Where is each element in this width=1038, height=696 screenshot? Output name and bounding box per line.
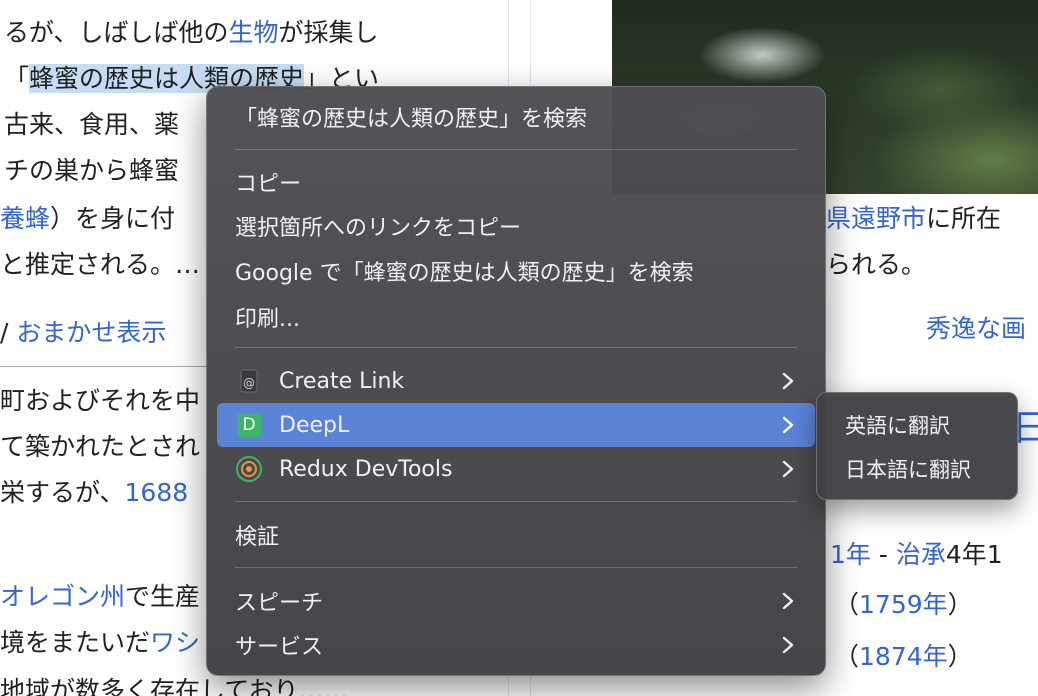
article-text-line: 境をまたいだワシ (0, 620, 200, 666)
menu-item-services[interactable]: サービス (217, 623, 815, 667)
article-text-line: 古来、食用、薬 (4, 102, 179, 148)
menu-separator (235, 567, 797, 568)
article-text-line: 秀逸な画 (926, 306, 1026, 352)
article-link[interactable]: ワシ (150, 628, 200, 657)
article-link[interactable]: 1874年 (859, 642, 948, 671)
menu-item-label: 印刷... (235, 307, 300, 332)
context-menu: 「蜂蜜の歴史は人類の歴史」を検索 コピー 選択箇所へのリンクをコピー Googl… (206, 86, 826, 676)
deepl-icon: D (235, 411, 263, 439)
article-text-line: 栄するが、1688 (0, 470, 188, 516)
menu-item-label: 選択箇所へのリンクをコピー (235, 216, 522, 241)
article-link[interactable]: 養蜂 (0, 204, 50, 233)
menu-item-copy-link-to-highlight[interactable]: 選択箇所へのリンクをコピー (217, 204, 815, 248)
article-text: 境をまたいだ (0, 628, 151, 657)
menu-item-speech[interactable]: スピーチ (217, 579, 815, 623)
article-text-line: 町およびそれを中 (0, 378, 200, 424)
article-text-line: / おまかせ表示 (0, 310, 166, 356)
submenu-item-translate-japanese[interactable]: 日本語に翻訳 (825, 449, 1011, 489)
article-text-line: チの巣から蜂蜜 (4, 148, 179, 194)
menu-item-label: スピーチ (235, 591, 324, 616)
submenu-item-label: 英語に翻訳 (845, 414, 950, 438)
article-text: 古来、食用、薬 (4, 110, 180, 139)
article-text: ）を身に付 (50, 204, 176, 233)
article-text-line: られる。 (826, 242, 926, 288)
article-text: 「 (4, 64, 30, 93)
article-text: ） (947, 642, 973, 671)
article-text: るが、しばしば他の (4, 18, 229, 47)
menu-separator (235, 149, 797, 150)
submenu-item-translate-english[interactable]: 英語に翻訳 (825, 405, 1011, 445)
menu-item-deepl[interactable]: D DeepL (217, 403, 815, 447)
article-text: （ (834, 642, 860, 671)
article-text: で生産 (125, 582, 201, 611)
create-link-icon: @ (235, 367, 263, 395)
article-link[interactable]: 1688 (125, 478, 189, 507)
chevron-right-icon (775, 368, 801, 394)
menu-item-label: コピー (235, 172, 302, 197)
article-text: と推定される。… (0, 250, 201, 279)
article-text: - (870, 540, 896, 569)
article-link[interactable]: 治承 (896, 540, 946, 569)
deepl-icon-letter: D (237, 413, 261, 437)
article-link[interactable]: 1年 (830, 540, 871, 569)
article-text: ） (947, 590, 973, 619)
svg-text:@: @ (243, 376, 255, 390)
menu-item-copy[interactable]: コピー (217, 160, 815, 204)
article-text: 町およびそれを中 (0, 386, 201, 415)
menu-item-redux-devtools[interactable]: Redux DevTools (217, 447, 815, 491)
article-text: 地域が数多く存在しており…… (0, 676, 349, 696)
chevron-right-icon (775, 588, 801, 614)
article-text-line: て築かれたとされ (0, 424, 200, 470)
article-text: 4年1 (945, 540, 1003, 569)
article-text: に所在 (926, 204, 1002, 233)
article-text: / (0, 318, 17, 347)
deepl-submenu: 英語に翻訳 日本語に翻訳 (816, 392, 1018, 500)
article-link[interactable]: 県遠野市 (826, 204, 926, 233)
chevron-right-icon (775, 456, 801, 482)
menu-item-label: Google で「蜂蜜の歴史は人類の歴史」を検索 (235, 261, 694, 286)
article-text: て築かれたとされ (0, 432, 201, 461)
menu-item-label: Create Link (279, 368, 405, 394)
article-text-line: 1年 - 治承4年1 (830, 532, 1003, 578)
menu-item-label: 検証 (235, 525, 280, 550)
article-text: られる。 (826, 250, 927, 279)
article-text-line: （1759年） (834, 582, 973, 628)
menu-item-label: サービス (235, 635, 324, 660)
chevron-right-icon (775, 632, 801, 658)
submenu-item-label: 日本語に翻訳 (845, 458, 971, 482)
article-text-line: と推定される。… (0, 242, 200, 288)
article-text: チの巣から蜂蜜 (4, 156, 180, 185)
article-text: が採集し (278, 18, 379, 47)
menu-item-label: 「蜂蜜の歴史は人類の歴史」を検索 (235, 107, 588, 132)
menu-item-search-google[interactable]: Google で「蜂蜜の歴史は人類の歴史」を検索 (217, 249, 815, 293)
article-text-line: （1874年） (834, 634, 973, 680)
section-divider (0, 366, 210, 367)
article-link[interactable]: おまかせ表示 (16, 318, 166, 347)
menu-separator (235, 347, 797, 348)
menu-item-print[interactable]: 印刷... (217, 295, 815, 339)
menu-item-label: Redux DevTools (279, 456, 453, 482)
article-link[interactable]: 秀逸な画 (926, 314, 1026, 343)
menu-item-label: DeepL (279, 412, 350, 438)
article-text: （ (834, 590, 860, 619)
redux-devtools-icon (235, 455, 263, 483)
article-text-line: るが、しばしば他の生物が採集し (4, 10, 379, 56)
article-link[interactable]: 1759年 (859, 590, 948, 619)
article-link[interactable]: オレゴン州 (0, 582, 125, 611)
article-text-line: 養蜂）を身に付 (0, 196, 175, 242)
menu-separator (235, 501, 797, 502)
chevron-right-icon (775, 412, 801, 438)
article-text-line: オレゴン州で生産 (0, 574, 200, 620)
article-text: 栄するが、 (0, 478, 125, 507)
article-link[interactable]: 生物 (229, 18, 279, 47)
article-text-line: 県遠野市に所在 (826, 196, 1001, 242)
menu-item-create-link[interactable]: @ Create Link (217, 359, 815, 403)
menu-item-search-selection[interactable]: 「蜂蜜の歴史は人類の歴史」を検索 (217, 95, 815, 139)
menu-item-inspect[interactable]: 検証 (217, 513, 815, 557)
